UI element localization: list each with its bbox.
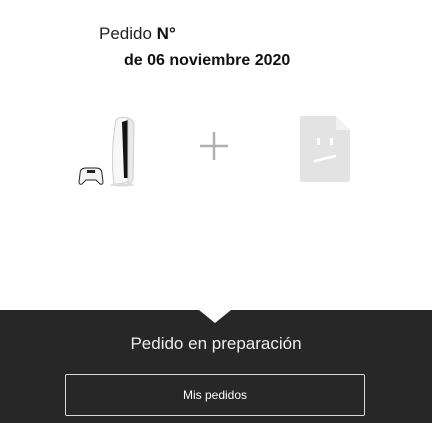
my-orders-button[interactable]: Mis pedidos	[65, 374, 365, 416]
order-confirmation-page: Pedido N° de 06 noviembre 2020 Pedido en…	[0, 0, 432, 423]
missing-image-icon	[300, 116, 350, 182]
order-number-line: Pedido N°	[99, 24, 176, 44]
order-label: Pedido	[99, 24, 152, 43]
ps5-console-icon	[78, 116, 135, 187]
status-panel-pointer	[199, 310, 231, 323]
order-number-label: N°	[156, 24, 176, 43]
plus-icon	[200, 132, 228, 160]
product-images	[70, 110, 370, 190]
order-date: de 06 noviembre 2020	[124, 52, 291, 69]
order-status-text: Pedido en preparación	[130, 334, 302, 353]
